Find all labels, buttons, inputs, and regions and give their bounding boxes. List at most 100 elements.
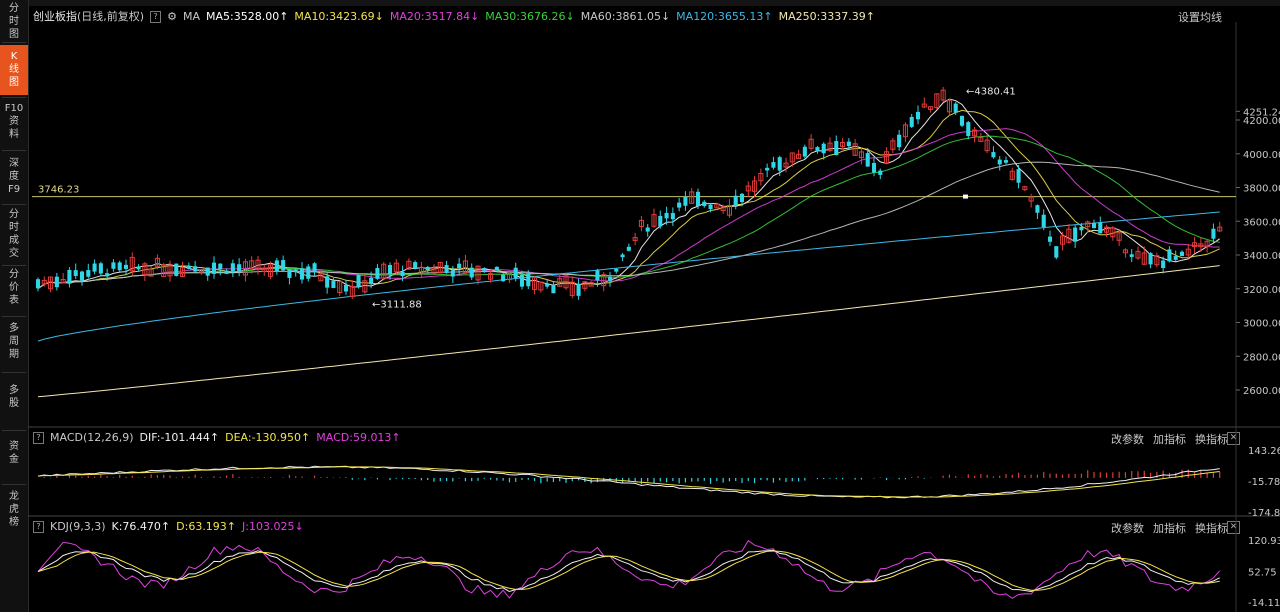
kdj-d-line [37, 550, 1220, 591]
candle-body-down [457, 263, 462, 269]
price-axis-label: 3000.00 [1243, 319, 1280, 330]
candle-body-down [739, 193, 745, 203]
candle-body-down [765, 167, 770, 171]
candle-body-down [677, 202, 682, 208]
candle-body-down [595, 270, 600, 281]
candle-body-down [356, 275, 361, 288]
candle-body-down [733, 195, 738, 206]
candle-body-down [331, 280, 336, 288]
ma5-line [37, 98, 1220, 289]
candle-body-down [1054, 246, 1059, 258]
macd-axis-label: -174.82 [1248, 508, 1280, 519]
candle-body-down [959, 115, 965, 126]
reference-line-handle [963, 194, 968, 199]
candle-body-down [1167, 249, 1172, 262]
kdj-axis-label: 52.75 [1248, 567, 1277, 578]
candle-body-down [670, 213, 675, 220]
candle-body-down [991, 152, 996, 158]
candle-body-down [343, 284, 349, 292]
candle-body-down [425, 266, 430, 271]
candle-body-down [230, 263, 235, 271]
candle-body-down [117, 262, 122, 271]
candle-body-down [1073, 227, 1078, 242]
candle-body-down [1079, 226, 1084, 231]
candle-body-down [494, 266, 499, 271]
candle-body-down [1003, 160, 1009, 163]
candle-body-down [1047, 236, 1053, 242]
candle-body-down [1035, 205, 1040, 213]
price-axis-label: 4200.00 [1243, 116, 1280, 127]
candle-body-down [205, 267, 210, 276]
candle-body-down [1091, 223, 1097, 229]
price-axis-label: 3600.00 [1243, 217, 1280, 228]
candle-body-down [545, 284, 550, 287]
candle-body-down [469, 267, 474, 278]
candle-body-down [482, 268, 487, 271]
ma250-line [37, 265, 1220, 398]
candle-body-down [702, 201, 707, 207]
candle-body-down [193, 266, 198, 272]
macd-axis-label: -15.78 [1248, 477, 1280, 488]
candle-body-down [400, 271, 405, 277]
candle-body-down [626, 246, 631, 251]
candle-body-down [293, 269, 298, 273]
low-price-annotation: ←3111.88 [372, 300, 422, 311]
candle-body-down [274, 260, 279, 272]
candle-body-down [450, 270, 455, 277]
candle-body-down [821, 143, 826, 154]
price-axis-label: 3800.00 [1243, 184, 1280, 195]
candle-body-down [771, 162, 776, 168]
candle-body-down [73, 270, 78, 277]
candle-body-down [897, 134, 902, 148]
candle-body-down [576, 283, 581, 296]
candle-body-down [834, 141, 839, 156]
candle-body-down [387, 265, 393, 275]
candle-body-down [444, 265, 449, 274]
candle-body-down [1041, 214, 1046, 227]
candle-body-down [708, 204, 713, 210]
candle-body-down [306, 266, 311, 279]
price-axis-label: 2800.00 [1243, 352, 1280, 363]
candle-body-down [98, 263, 103, 274]
candle-body-down [620, 254, 625, 258]
candle-body-down [413, 262, 418, 269]
candle-body-down [105, 273, 110, 277]
candle-body-down [645, 227, 650, 232]
kdj-axis-label: -14.11 [1248, 598, 1280, 609]
candle-body-down [92, 263, 97, 272]
candle-body-down [375, 267, 380, 279]
candle-body-down [1098, 222, 1103, 234]
candle-body-down [1173, 256, 1178, 260]
price-axis-label: 4000.00 [1243, 150, 1280, 161]
high-price-annotation: ←4380.41 [966, 87, 1016, 98]
candle-body-down [299, 268, 305, 280]
candle-body-down [526, 273, 531, 287]
candle-body-down [186, 265, 191, 269]
macd-axis-label: 143.26 [1248, 446, 1280, 457]
candle-body-down [614, 269, 619, 272]
candle-body-down [86, 270, 91, 277]
price-axis-label: 3400.00 [1243, 251, 1280, 262]
price-axis-label: 2600.00 [1243, 386, 1280, 397]
candle-body-down [224, 270, 229, 274]
macd-dif-line [37, 465, 1220, 499]
candle-body-down [953, 103, 958, 113]
kline-chart-canvas[interactable]: 4251.244200.004000.003800.003600.003400.… [0, 0, 1280, 612]
candle-body-down [35, 279, 41, 289]
candle-body-down [1129, 254, 1134, 257]
candle-body-down [915, 111, 921, 120]
candle-body-down [519, 274, 525, 287]
candle-body-down [777, 157, 782, 171]
candle-body-down [174, 263, 179, 276]
candle-body-down [369, 277, 374, 285]
macd-dea-line [37, 466, 1220, 498]
candle-body-down [325, 276, 330, 288]
candle-body-down [683, 196, 688, 206]
candle-body-down [695, 191, 701, 207]
candle-body-down [287, 269, 292, 278]
candle-body-down [815, 147, 820, 152]
candle-body-down [79, 271, 85, 281]
reference-line-label: 3746.23 [38, 185, 79, 196]
candle-body-down [865, 153, 870, 167]
candle-body-down [136, 266, 141, 270]
